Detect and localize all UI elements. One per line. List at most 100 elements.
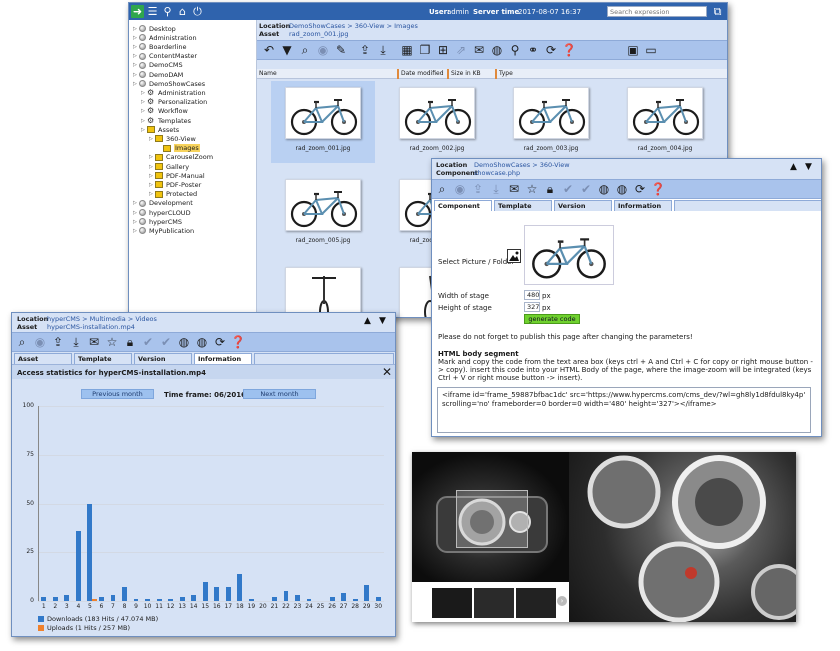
favorite-icon[interactable]: ☆ — [524, 181, 540, 197]
expand-arrow-icon[interactable]: ▷ — [133, 219, 138, 225]
file-tile[interactable]: rad_zoom_004.jpg — [613, 81, 717, 163]
chat-icon[interactable]: ⧉ — [711, 5, 724, 18]
globe-icon[interactable]: ◍ — [176, 334, 192, 350]
expand-arrow-icon[interactable]: ▷ — [149, 136, 154, 142]
thumbnail-watch-2[interactable] — [474, 588, 514, 618]
file-tile[interactable]: rad_zoom_002.jpg — [385, 81, 489, 163]
zoom-icon[interactable]: ⚲ — [507, 42, 523, 58]
next-month-button[interactable]: Next month — [243, 389, 316, 399]
globe-icon[interactable]: ◍ — [596, 181, 612, 197]
thumbnail-watch-1[interactable] — [432, 588, 472, 618]
expand-arrow-icon[interactable]: ▷ — [141, 127, 146, 133]
column-name[interactable]: Name — [257, 69, 277, 79]
previous-month-button[interactable]: Previous month — [81, 389, 154, 399]
view-icon[interactable]: ◉ — [452, 181, 468, 197]
view-icon[interactable]: ◉ — [32, 334, 48, 350]
code-textarea[interactable]: <iframe id='frame_59887bfbac1dc' src='ht… — [437, 387, 811, 433]
lock-icon[interactable]: 🔒︎ — [542, 181, 558, 197]
expand-arrow-icon[interactable]: ▷ — [133, 228, 138, 234]
width-field[interactable]: 480 — [524, 290, 540, 300]
mail-icon[interactable]: ✉ — [506, 181, 522, 197]
tab-component[interactable]: Component — [434, 200, 492, 211]
tree-item[interactable]: ▷ Gallery — [149, 162, 189, 171]
tree-item[interactable]: ▷ DemoShowCases — [133, 79, 205, 88]
menu-icon[interactable]: ☰ — [146, 5, 159, 18]
file-tile[interactable]: rad_zoom_005.jpg — [271, 173, 375, 255]
edit-icon[interactable]: ✎ — [333, 42, 349, 58]
lock-icon[interactable]: 🔒︎ — [122, 334, 138, 350]
tree-item[interactable]: Images — [157, 144, 200, 153]
column-size[interactable]: Size in KB — [447, 68, 481, 79]
download-icon[interactable]: ⤓ — [375, 42, 391, 58]
tree-item[interactable]: ▷ ⚙ Administration — [141, 88, 206, 97]
tree-item[interactable]: ▷ ContentMaster — [133, 52, 197, 61]
approve-icon[interactable]: ✔ — [158, 334, 174, 350]
tree-item[interactable]: ▷ ⚙ Templates — [141, 116, 191, 125]
location-path[interactable]: DemoShowCases > 360-View — [474, 161, 570, 169]
tab-asset[interactable]: Asset — [14, 353, 72, 364]
column-type[interactable]: Type — [495, 68, 513, 79]
help-icon[interactable]: ❓ — [650, 181, 666, 197]
tree-item[interactable]: ▷ Administration — [133, 33, 197, 42]
image-view-icon[interactable]: ▣ — [625, 42, 641, 58]
help-icon[interactable]: ❓ — [230, 334, 246, 350]
expand-arrow-icon[interactable]: ▷ — [133, 44, 138, 50]
view-icon[interactable]: ◉ — [315, 42, 331, 58]
tree-item[interactable]: ▷ DemoDAM — [133, 70, 183, 79]
refresh-icon[interactable]: ⟳ — [212, 334, 228, 350]
favorite-icon[interactable]: ☆ — [104, 334, 120, 350]
tab-information[interactable]: Information — [194, 353, 252, 364]
globe-unpublish-icon[interactable]: ◍ — [194, 334, 210, 350]
height-field[interactable]: 327 — [524, 302, 540, 312]
expand-arrow-icon[interactable]: ▷ — [149, 191, 154, 197]
search-icon[interactable]: ⚲ — [161, 5, 174, 18]
image-zoom-viewer[interactable]: › — [412, 452, 796, 622]
power-icon[interactable]: ⏻ — [191, 5, 204, 18]
search-input[interactable] — [607, 6, 707, 17]
tree-item[interactable]: ▷ MyPublication — [133, 226, 194, 235]
back-icon[interactable]: ↶ — [261, 42, 277, 58]
location-path[interactable]: hyperCMS > Multimedia > Videos — [47, 315, 157, 323]
tab-template[interactable]: Template — [74, 353, 132, 364]
checkin-icon[interactable]: ✔ — [560, 181, 576, 197]
location-path[interactable]: DemoShowCases > 360-View > Images — [289, 22, 418, 30]
refresh-icon[interactable]: ⟳ — [543, 42, 559, 58]
minimize-arrow-icon[interactable]: ▲ — [790, 163, 797, 172]
expand-arrow-icon[interactable]: ▷ — [133, 81, 138, 87]
upload-icon[interactable]: ⇪ — [50, 334, 66, 350]
layout-icon[interactable]: ▭ — [643, 42, 659, 58]
generate-code-button[interactable]: generate code — [524, 314, 580, 324]
download-icon[interactable]: ⤓ — [68, 334, 84, 350]
expand-arrow-icon[interactable]: ▷ — [133, 35, 138, 41]
calendar-icon[interactable]: ▦ — [399, 42, 415, 58]
expand-arrow-icon[interactable]: ▷ — [133, 53, 138, 59]
expand-arrow-icon[interactable]: ▷ — [133, 26, 138, 32]
mail-icon[interactable]: ✉ — [86, 334, 102, 350]
tree-item[interactable]: ▷ ⚙ Workflow — [141, 107, 188, 116]
logout-icon[interactable]: ➜ — [131, 5, 144, 18]
tree-item[interactable]: ▷ 360-View — [149, 134, 196, 143]
tree-item[interactable]: ▷ Assets — [141, 125, 179, 134]
globe-icon[interactable]: ◍ — [489, 42, 505, 58]
download-icon[interactable]: ⤓ — [488, 181, 504, 197]
expand-arrow-icon[interactable]: ▷ — [133, 72, 138, 78]
tree-item[interactable]: ▷ Development — [133, 199, 193, 208]
mail-icon[interactable]: ✉ — [471, 42, 487, 58]
tree-item[interactable]: ▷ hyperCMS — [133, 217, 182, 226]
file-tile[interactable]: rad_zoom_003.jpg — [499, 81, 603, 163]
share-icon[interactable]: ⇗ — [453, 42, 469, 58]
home-icon[interactable]: ⌂ — [176, 5, 189, 18]
upload-icon[interactable]: ⇪ — [357, 42, 373, 58]
globe-unpublish-icon[interactable]: ◍ — [614, 181, 630, 197]
expand-arrow-icon[interactable]: ▷ — [141, 108, 146, 114]
expand-arrow-icon[interactable]: ▷ — [141, 118, 146, 124]
close-icon[interactable]: ✕ — [382, 365, 392, 379]
file-tile[interactable]: rad_zoom_001.jpg — [271, 81, 375, 163]
preview-icon[interactable]: ⌕ — [434, 181, 450, 197]
upload-icon[interactable]: ⇪ — [470, 181, 486, 197]
expand-arrow-icon[interactable]: ▷ — [149, 182, 154, 188]
tree-item[interactable]: ▷ hyperCLOUD — [133, 208, 191, 217]
mountain-icon[interactable] — [507, 249, 521, 263]
tree-item[interactable]: ▷ CarouselZoom — [149, 153, 213, 162]
tree-item[interactable]: ▷ DemoCMS — [133, 61, 183, 70]
